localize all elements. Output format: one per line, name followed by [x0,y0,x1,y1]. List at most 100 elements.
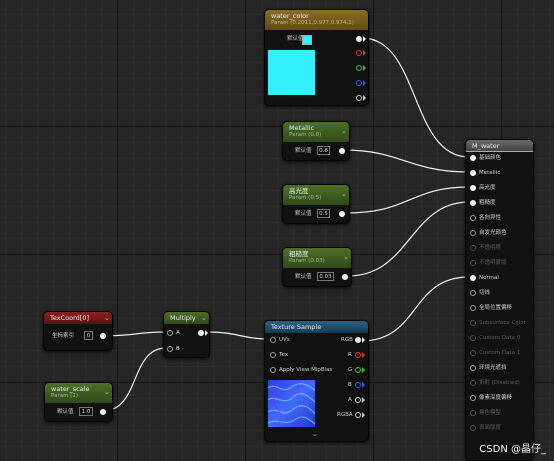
texcoord-title: TexCoord[0] [50,314,89,322]
water-color-header: water_color Param (0.2011,0.977,0.974,1) [265,10,368,30]
water-scale-collapse-chevron-icon[interactable]: ⌄ [104,389,110,396]
result-input-pin[interactable] [470,425,476,431]
water-color-rgb-pin[interactable] [356,36,362,42]
roughness-subtitle: Param (0.03) [289,258,325,264]
result-input-label: 粗糙度 [479,200,496,206]
roughness-output-pin[interactable] [342,274,348,280]
water-scale-value-field[interactable]: 1.0 [79,407,93,416]
water-color-a-pin[interactable] [356,95,362,101]
result-input-pin[interactable] [470,290,476,296]
texture-a-pin[interactable] [355,397,361,403]
water-color-b-pin[interactable] [356,80,362,86]
result-input-label: 折射 (Disabled) [479,380,520,386]
multiply-collapse-chevron-icon[interactable]: ⌄ [201,315,207,322]
result-input-pin[interactable] [470,245,476,251]
specular-title: 高光度 [289,187,309,195]
multiply-node[interactable]: Multiply ⌄ A B [163,311,210,358]
texture-rgba-pin[interactable] [355,412,361,418]
specular-subtitle: Param (0.5) [289,195,322,201]
result-input-pin[interactable] [470,260,476,266]
water-color-title: water_color [271,12,309,20]
texcoord-node[interactable]: TexCoord[0] ⌄ 坐标索引 0 [43,311,113,351]
specular-value-field[interactable]: 0.5 [317,209,330,218]
water-scale-output-pin[interactable] [100,409,106,415]
roughness-value-field[interactable]: 0.03 [317,272,334,281]
texture-rgba-arrow [362,412,365,418]
result-input-label: 各向异性 [479,215,502,221]
texcoord-collapse-chevron-icon[interactable]: ⌄ [104,315,110,322]
result-input-label: 全局位置偏移 [479,305,513,311]
result-input-pin[interactable] [470,170,476,176]
result-input-pin[interactable] [470,320,476,326]
result-input-pin[interactable] [470,200,476,206]
specular-output-pin[interactable] [339,211,345,217]
water-color-subtitle: Param (0.2011,0.977,0.974,1) [271,20,354,26]
texture-g-pin[interactable] [355,367,361,373]
texture-uvs-label: UVs [279,337,290,343]
water-color-g-pin[interactable] [356,65,362,71]
metallic-default-label: 默认值 [295,148,312,154]
result-input-label: 着色模型 [479,410,502,416]
result-input-pin[interactable] [470,155,476,161]
result-input-pin[interactable] [470,215,476,221]
result-input-pin[interactable] [470,230,476,236]
roughness-header: 粗糙度 Param (0.03) [283,248,351,268]
result-input-pin[interactable] [470,335,476,341]
water-color-node[interactable]: water_color Param (0.2011,0.977,0.974,1)… [264,9,369,106]
result-input-label: Subsurface Color [479,320,526,326]
result-input-label: 像素深度偏移 [479,395,513,401]
texture-rgb-pin[interactable] [355,337,361,343]
result-input-pin[interactable] [470,305,476,311]
result-input-pin[interactable] [470,365,476,371]
texcoord-header: TexCoord[0] [44,312,112,324]
result-input-label: 不透明度 [479,245,502,251]
texture-tex-pin[interactable] [270,352,276,358]
result-input-pin[interactable] [470,395,476,401]
result-input-pin[interactable] [470,410,476,416]
water-color-rgb-arrow [363,36,366,42]
water-color-r-pin[interactable] [356,50,362,56]
normal-map-preview [268,380,315,427]
texcoord-output-pin[interactable] [100,333,106,339]
water-scale-param-node[interactable]: water_scale Param (1) ⌄ 默认值 1.0 [44,382,113,422]
roughness-default-label: 默认值 [295,274,312,280]
water-color-a-arrow [363,95,366,101]
wire-specular-to-specular [345,186,470,214]
texture-sample-title: Texture Sample [271,323,322,331]
multiply-a-pin[interactable] [167,330,173,336]
texture-uvs-pin[interactable] [270,337,276,343]
metallic-param-node[interactable]: Metallic Param (0.8) ⌄ 默认值 0.8 [282,121,350,161]
specular-collapse-chevron-icon[interactable]: ⌄ [341,191,347,198]
texture-sample-node[interactable]: Texture Sample UVs Tex Apply View MipBia… [264,320,369,442]
texcoord-index-field[interactable]: 0 [84,331,93,340]
texture-b-arrow [362,382,365,388]
texcoord-index-label: 坐标索引 [52,333,75,339]
result-input-pin[interactable] [470,380,476,386]
metallic-value-field[interactable]: 0.8 [317,146,330,155]
multiply-output-pin[interactable] [198,330,204,336]
texture-apply-mip-pin[interactable] [270,367,276,373]
wire-metallic-to-metallic [343,149,470,173]
material-graph-canvas[interactable]: water_color Param (0.2011,0.977,0.974,1)… [0,0,554,461]
water-color-preview [268,50,315,95]
roughness-param-node[interactable]: 粗糙度 Param (0.03) ⌄ 默认值 0.03 [282,247,352,287]
multiply-b-pin[interactable] [167,346,173,352]
result-input-pin[interactable] [470,350,476,356]
metallic-header: Metallic Param (0.8) [283,122,349,142]
result-input-label: 高光度 [479,185,496,191]
material-result-node[interactable]: M_water 基础颜色 Metallic 高光度 粗糙度 各向异性 自发光颜色 不透明度不… [465,139,534,461]
texture-sample-expand-chevron-icon[interactable]: ⌄ [312,431,318,438]
result-input-label: 自发光颜色 [479,230,507,236]
result-input-pin[interactable] [470,275,476,281]
texture-b-pin[interactable] [355,382,361,388]
metallic-collapse-chevron-icon[interactable]: ⌄ [341,128,347,135]
roughness-collapse-chevron-icon[interactable]: ⌄ [343,254,349,261]
result-input-pin[interactable] [470,185,476,191]
specular-param-node[interactable]: 高光度 Param (0.5) ⌄ 默认值 0.5 [282,184,350,224]
wire-multiply-to-uvs [205,331,272,340]
metallic-output-pin[interactable] [339,148,345,154]
water-color-default-swatch[interactable] [302,35,312,45]
result-input-label: Normal [479,275,499,281]
texture-r-pin[interactable] [355,352,361,358]
texture-r-arrow [362,352,365,358]
